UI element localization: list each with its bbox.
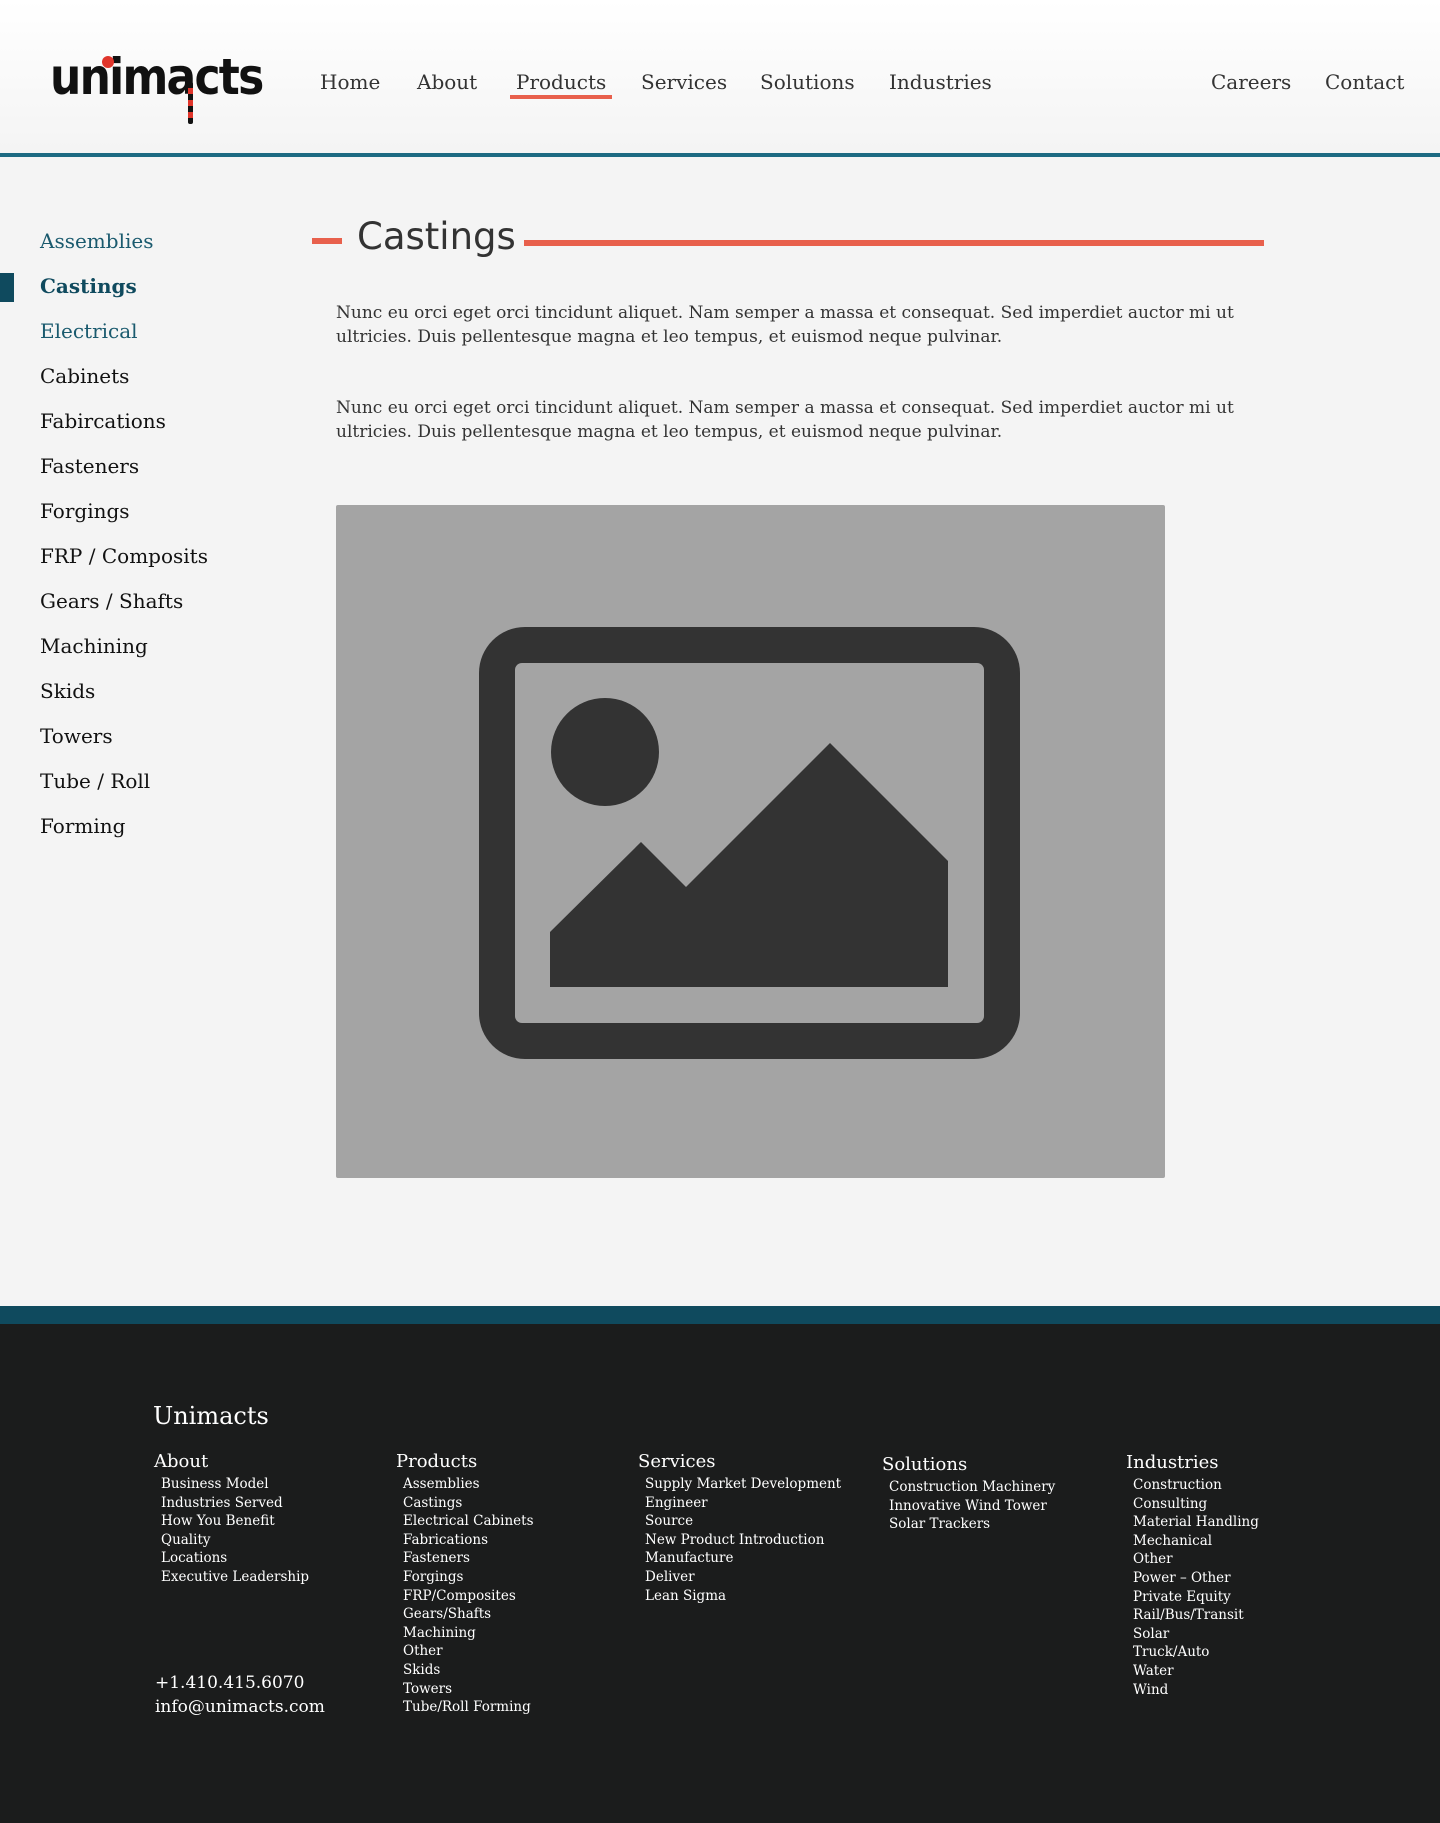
sidebar-item-forming[interactable]: Forming: [40, 814, 125, 838]
footer-link[interactable]: Deliver: [645, 1568, 841, 1587]
product-image: [336, 505, 1165, 1178]
title-underline: [524, 240, 1264, 246]
footer-heading[interactable]: Solutions: [882, 1454, 1055, 1476]
image-placeholder-icon: [479, 627, 1020, 1059]
logo-dot-icon: [102, 56, 114, 68]
footer-link[interactable]: Power – Other: [1133, 1569, 1259, 1588]
sidebar-item-assemblies[interactable]: Assemblies: [40, 229, 153, 253]
sidebar-item-electrical[interactable]: Electrical: [40, 319, 138, 343]
footer-heading[interactable]: About: [154, 1451, 309, 1473]
footer-link[interactable]: Solar Trackers: [889, 1515, 1055, 1534]
footer-link[interactable]: Water: [1133, 1662, 1259, 1681]
footer-link[interactable]: Rail/Bus/Transit: [1133, 1606, 1259, 1625]
footer-link[interactable]: Forgings: [403, 1568, 534, 1587]
logo-drop-icon: [188, 82, 193, 124]
site-header: unimacts Home About Products Services So…: [0, 0, 1440, 157]
footer-col-services: Services Supply Market Development Engin…: [638, 1451, 841, 1605]
footer-col-solutions: Solutions Construction Machinery Innovat…: [882, 1454, 1055, 1534]
footer-link[interactable]: Solar: [1133, 1625, 1259, 1644]
footer-link[interactable]: Towers: [403, 1680, 534, 1699]
footer-link[interactable]: Industries Served: [161, 1494, 309, 1513]
footer-link[interactable]: Tube/Roll Forming: [403, 1698, 534, 1717]
footer-phone[interactable]: +1.410.415.6070: [155, 1671, 325, 1695]
site-footer: Unimacts About Business Model Industries…: [0, 1324, 1440, 1823]
sidebar-item-cabinets[interactable]: Cabinets: [40, 364, 129, 388]
footer-link[interactable]: Fabrications: [403, 1531, 534, 1550]
footer-link[interactable]: Business Model: [161, 1475, 309, 1494]
intro-paragraph: Nunc eu orci eget orci tincidunt aliquet…: [336, 303, 1234, 347]
footer-link[interactable]: Material Handling: [1133, 1513, 1259, 1532]
sidebar-item-tube-roll[interactable]: Tube / Roll: [40, 769, 150, 793]
title-dash: [312, 238, 342, 244]
nav-home[interactable]: Home: [320, 70, 380, 94]
footer-link[interactable]: Construction Machinery: [889, 1478, 1055, 1497]
footer-link[interactable]: Locations: [161, 1549, 309, 1568]
footer-link[interactable]: Engineer: [645, 1494, 841, 1513]
page-title: Castings: [357, 215, 516, 258]
logo-text: unimacts: [50, 48, 264, 106]
sidebar-item-gears-shafts[interactable]: Gears / Shafts: [40, 589, 183, 613]
footer-link[interactable]: Construction: [1133, 1476, 1259, 1495]
footer-accent-bar: [0, 1306, 1440, 1324]
footer-col-products: Products Assemblies Castings Electrical …: [396, 1451, 534, 1717]
footer-heading[interactable]: Products: [396, 1451, 534, 1473]
sidebar-item-skids[interactable]: Skids: [40, 679, 95, 703]
footer-link[interactable]: How You Benefit: [161, 1512, 309, 1531]
footer-link[interactable]: Gears/Shafts: [403, 1605, 534, 1624]
sidebar-item-forgings[interactable]: Forgings: [40, 499, 130, 523]
title-row: Castings: [312, 215, 1264, 265]
nav-products[interactable]: Products: [509, 70, 613, 99]
footer-contact: +1.410.415.6070 info@unimacts.com: [155, 1671, 325, 1719]
footer-email[interactable]: info@unimacts.com: [155, 1695, 325, 1719]
footer-link[interactable]: Wind: [1133, 1681, 1259, 1700]
active-item-marker: [0, 273, 14, 302]
footer-link[interactable]: Assemblies: [403, 1475, 534, 1494]
footer-link[interactable]: Quality: [161, 1531, 309, 1550]
footer-link[interactable]: Innovative Wind Tower: [889, 1497, 1055, 1516]
sidebar-item-frp-composits[interactable]: FRP / Composits: [40, 544, 208, 568]
footer-link[interactable]: Lean Sigma: [645, 1587, 841, 1606]
footer-link[interactable]: Private Equity: [1133, 1588, 1259, 1607]
sidebar-item-fasteners[interactable]: Fasteners: [40, 454, 139, 478]
unimacts-logo[interactable]: unimacts: [50, 50, 264, 126]
footer-link[interactable]: Machining: [403, 1624, 534, 1643]
nav-careers[interactable]: Careers: [1211, 70, 1291, 94]
footer-heading[interactable]: Services: [638, 1451, 841, 1473]
footer-link[interactable]: Electrical Cabinets: [403, 1512, 534, 1531]
nav-about[interactable]: About: [417, 70, 477, 94]
nav-solutions[interactable]: Solutions: [760, 70, 855, 94]
footer-link[interactable]: Other: [1133, 1550, 1259, 1569]
footer-link[interactable]: Truck/Auto: [1133, 1643, 1259, 1662]
footer-link[interactable]: Mechanical: [1133, 1532, 1259, 1551]
footer-link[interactable]: Executive Leadership: [161, 1568, 309, 1587]
footer-link[interactable]: Supply Market Development: [645, 1475, 841, 1494]
sidebar-item-castings[interactable]: Castings: [40, 274, 137, 298]
footer-link[interactable]: Manufacture: [645, 1549, 841, 1568]
footer-col-about: About Business Model Industries Served H…: [154, 1451, 309, 1587]
nav-industries[interactable]: Industries: [889, 70, 992, 94]
nav-contact[interactable]: Contact: [1325, 70, 1404, 94]
nav-services[interactable]: Services: [641, 70, 727, 94]
sidebar-item-fabircations[interactable]: Fabircations: [40, 409, 166, 433]
sidebar-item-towers[interactable]: Towers: [40, 724, 113, 748]
body-paragraph: Nunc eu orci eget orci tincidunt aliquet…: [336, 398, 1234, 442]
footer-heading[interactable]: Industries: [1126, 1452, 1259, 1474]
footer-link[interactable]: Consulting: [1133, 1495, 1259, 1514]
footer-link[interactable]: Source: [645, 1512, 841, 1531]
sidebar-item-machining[interactable]: Machining: [40, 634, 148, 658]
footer-link[interactable]: Skids: [403, 1661, 534, 1680]
footer-link[interactable]: Fasteners: [403, 1549, 534, 1568]
footer-link[interactable]: Castings: [403, 1494, 534, 1513]
footer-link[interactable]: New Product Introduction: [645, 1531, 841, 1550]
footer-col-industries: Industries Construction Consulting Mater…: [1126, 1452, 1259, 1699]
footer-brand: Unimacts: [153, 1402, 269, 1430]
footer-link[interactable]: FRP/Composites: [403, 1587, 534, 1606]
footer-link[interactable]: Other: [403, 1642, 534, 1661]
